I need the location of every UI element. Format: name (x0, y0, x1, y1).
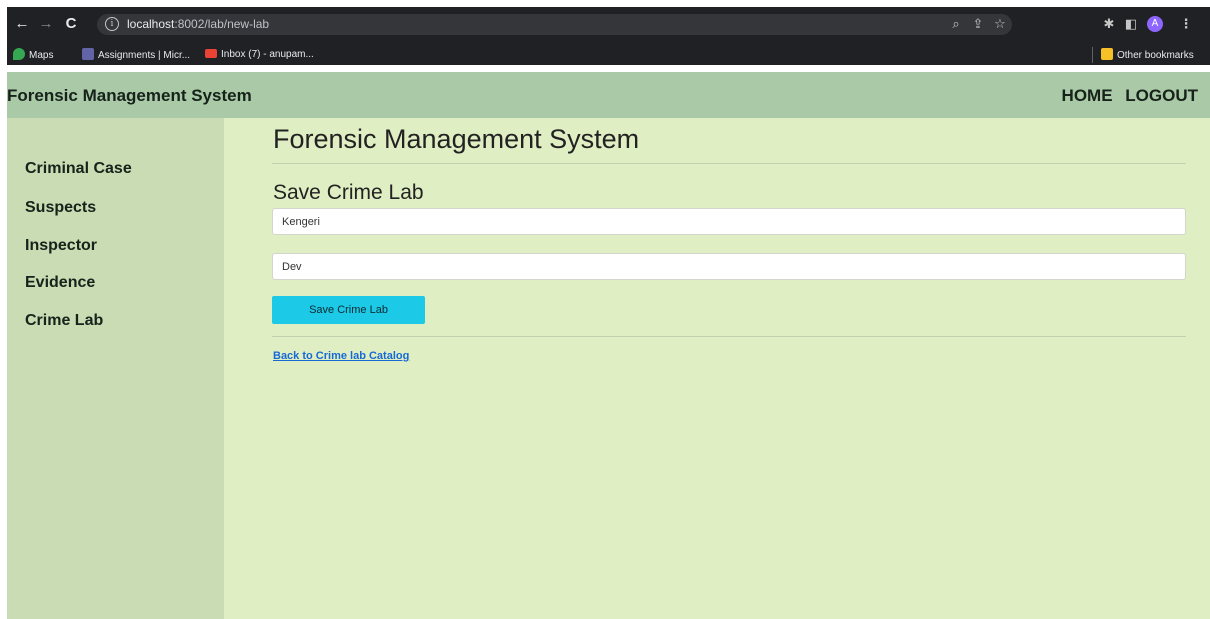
forward-arrow-icon[interactable]: → (37, 15, 55, 33)
bookmark-maps[interactable]: Maps (13, 48, 53, 62)
title-divider (272, 163, 1186, 164)
other-bookmarks-label: Other bookmarks (1117, 50, 1194, 61)
sidebar-item-suspects[interactable]: Suspects (25, 199, 96, 217)
lab-location-input[interactable]: Kengeri (272, 208, 1186, 235)
bookmark-star-icon[interactable]: ☆ (991, 15, 1009, 33)
side-panel-icon[interactable]: ◧ (1122, 15, 1140, 33)
main-content: Forensic Management System Save Crime La… (224, 118, 1210, 619)
page-title: Forensic Management System (273, 124, 640, 154)
bookmark-label: Maps (29, 50, 54, 61)
bookmarks-bar: Maps Assignments | Micr... Inbox (7) - a… (7, 45, 1210, 65)
extensions-icon[interactable]: ✱ (1100, 15, 1118, 33)
url-text[interactable]: localhost:8002/lab/new-lab (127, 17, 269, 31)
menu-kebab-icon[interactable]: ⋮ (1177, 15, 1195, 33)
bookmark-inbox[interactable]: Inbox (7) - anupam... (205, 48, 314, 62)
share-icon[interactable]: ⇪ (969, 15, 987, 33)
top-nav: HOME LOGOUT (1054, 86, 1198, 106)
sidebar-item-evidence[interactable]: Evidence (25, 274, 95, 292)
lab-incharge-input[interactable]: Dev (272, 253, 1186, 280)
other-bookmarks[interactable]: Other bookmarks (1101, 48, 1194, 62)
site-info-icon[interactable]: i (105, 17, 119, 31)
form-divider (272, 336, 1186, 337)
browser-toolbar: ← → C i localhost:8002/lab/new-lab ⌕ ⇪ ☆… (7, 11, 1210, 37)
zoom-icon[interactable]: ⌕ (947, 15, 965, 33)
form-title: Save Crime Lab (273, 181, 424, 204)
nav-logout-link[interactable]: LOGOUT (1125, 86, 1198, 105)
bookmark-label: Inbox (7) - anupam... (221, 49, 314, 60)
bookmark-assignments[interactable]: Assignments | Micr... (82, 48, 190, 62)
sidebar-item-crime-lab[interactable]: Crime Lab (25, 312, 103, 330)
save-crime-lab-button[interactable]: Save Crime Lab (272, 296, 425, 324)
bookmarks-divider (1092, 47, 1093, 63)
back-arrow-icon[interactable]: ← (13, 15, 31, 33)
back-to-catalog-link[interactable]: Back to Crime lab Catalog (273, 350, 409, 362)
browser-chrome: ← → C i localhost:8002/lab/new-lab ⌕ ⇪ ☆… (7, 7, 1210, 65)
nav-home-link[interactable]: HOME (1062, 86, 1113, 105)
brand-title[interactable]: Forensic Management System (7, 86, 252, 106)
app-header: Forensic Management System HOME LOGOUT (7, 72, 1210, 118)
teams-icon (82, 48, 94, 60)
sidebar: Criminal Case Suspects Inspector Evidenc… (7, 118, 224, 619)
gmail-icon (205, 49, 217, 58)
reload-icon[interactable]: C (62, 15, 80, 33)
sidebar-item-inspector[interactable]: Inspector (25, 237, 97, 255)
address-bar[interactable]: i localhost:8002/lab/new-lab ⌕ ⇪ ☆ (97, 14, 1012, 35)
folder-icon (1101, 48, 1113, 60)
url-path: :8002/lab/new-lab (174, 17, 270, 31)
url-host: localhost (127, 17, 175, 31)
profile-avatar[interactable]: A (1147, 16, 1163, 32)
bookmark-label: Assignments | Micr... (98, 50, 191, 61)
maps-pin-icon (13, 48, 25, 60)
sidebar-item-criminal-case[interactable]: Criminal Case (25, 160, 132, 178)
